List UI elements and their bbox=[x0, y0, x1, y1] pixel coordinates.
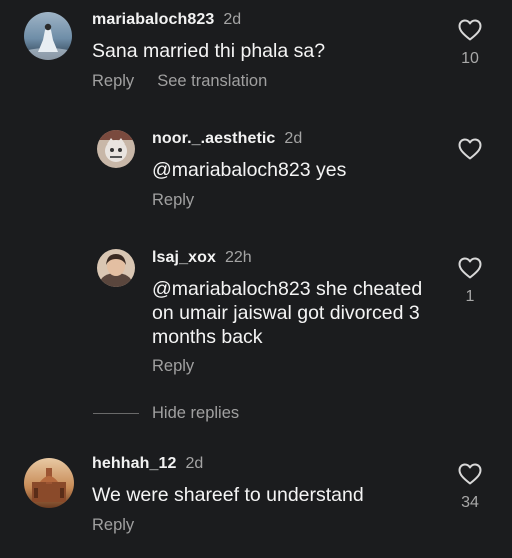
username[interactable]: hehhah_12 bbox=[92, 455, 177, 473]
comment-text: Sana married thi phala sa? bbox=[92, 40, 326, 62]
heart-outline-icon[interactable] bbox=[458, 138, 482, 160]
heart-outline-icon[interactable] bbox=[458, 463, 482, 485]
heart-outline-icon[interactable] bbox=[458, 257, 482, 279]
timestamp: 22h bbox=[224, 249, 252, 266]
username[interactable]: lsaj_xox bbox=[152, 249, 216, 267]
comment-text: We were shareef to understand bbox=[92, 484, 364, 506]
divider bbox=[93, 413, 139, 414]
comment-text-line: months back bbox=[152, 326, 263, 348]
hide-replies-button[interactable]: Hide replies bbox=[93, 404, 239, 423]
hide-replies-label[interactable]: Hide replies bbox=[152, 404, 239, 423]
timestamp: 2d bbox=[185, 455, 204, 472]
see-translation-button[interactable]: See translation bbox=[157, 72, 267, 91]
comment-text-line: on umair jaiswal got divorced 3 bbox=[152, 302, 420, 324]
reply-button[interactable]: Reply bbox=[92, 516, 134, 535]
reply-button[interactable]: Reply bbox=[152, 357, 194, 376]
reply-button[interactable]: Reply bbox=[92, 72, 134, 91]
like-count: 10 bbox=[461, 50, 479, 67]
like-count: 1 bbox=[465, 288, 475, 305]
avatar[interactable] bbox=[24, 12, 72, 60]
username[interactable]: mariabaloch823 bbox=[92, 11, 214, 29]
timestamp: 2d bbox=[223, 11, 242, 28]
avatar[interactable] bbox=[24, 458, 74, 508]
avatar[interactable] bbox=[97, 249, 135, 287]
comment-text: @mariabaloch823 yes bbox=[152, 159, 347, 181]
heart-outline-icon[interactable] bbox=[458, 19, 482, 41]
reply-button[interactable]: Reply bbox=[152, 191, 194, 210]
timestamp: 2d bbox=[284, 130, 303, 147]
comment-text-line: @mariabaloch823 she cheated bbox=[152, 278, 423, 300]
comment-text: @mariabaloch823 she cheated on umair jai… bbox=[152, 277, 422, 349]
username[interactable]: noor._.aesthetic bbox=[152, 130, 275, 148]
avatar[interactable] bbox=[97, 130, 135, 168]
like-count: 34 bbox=[461, 494, 479, 511]
